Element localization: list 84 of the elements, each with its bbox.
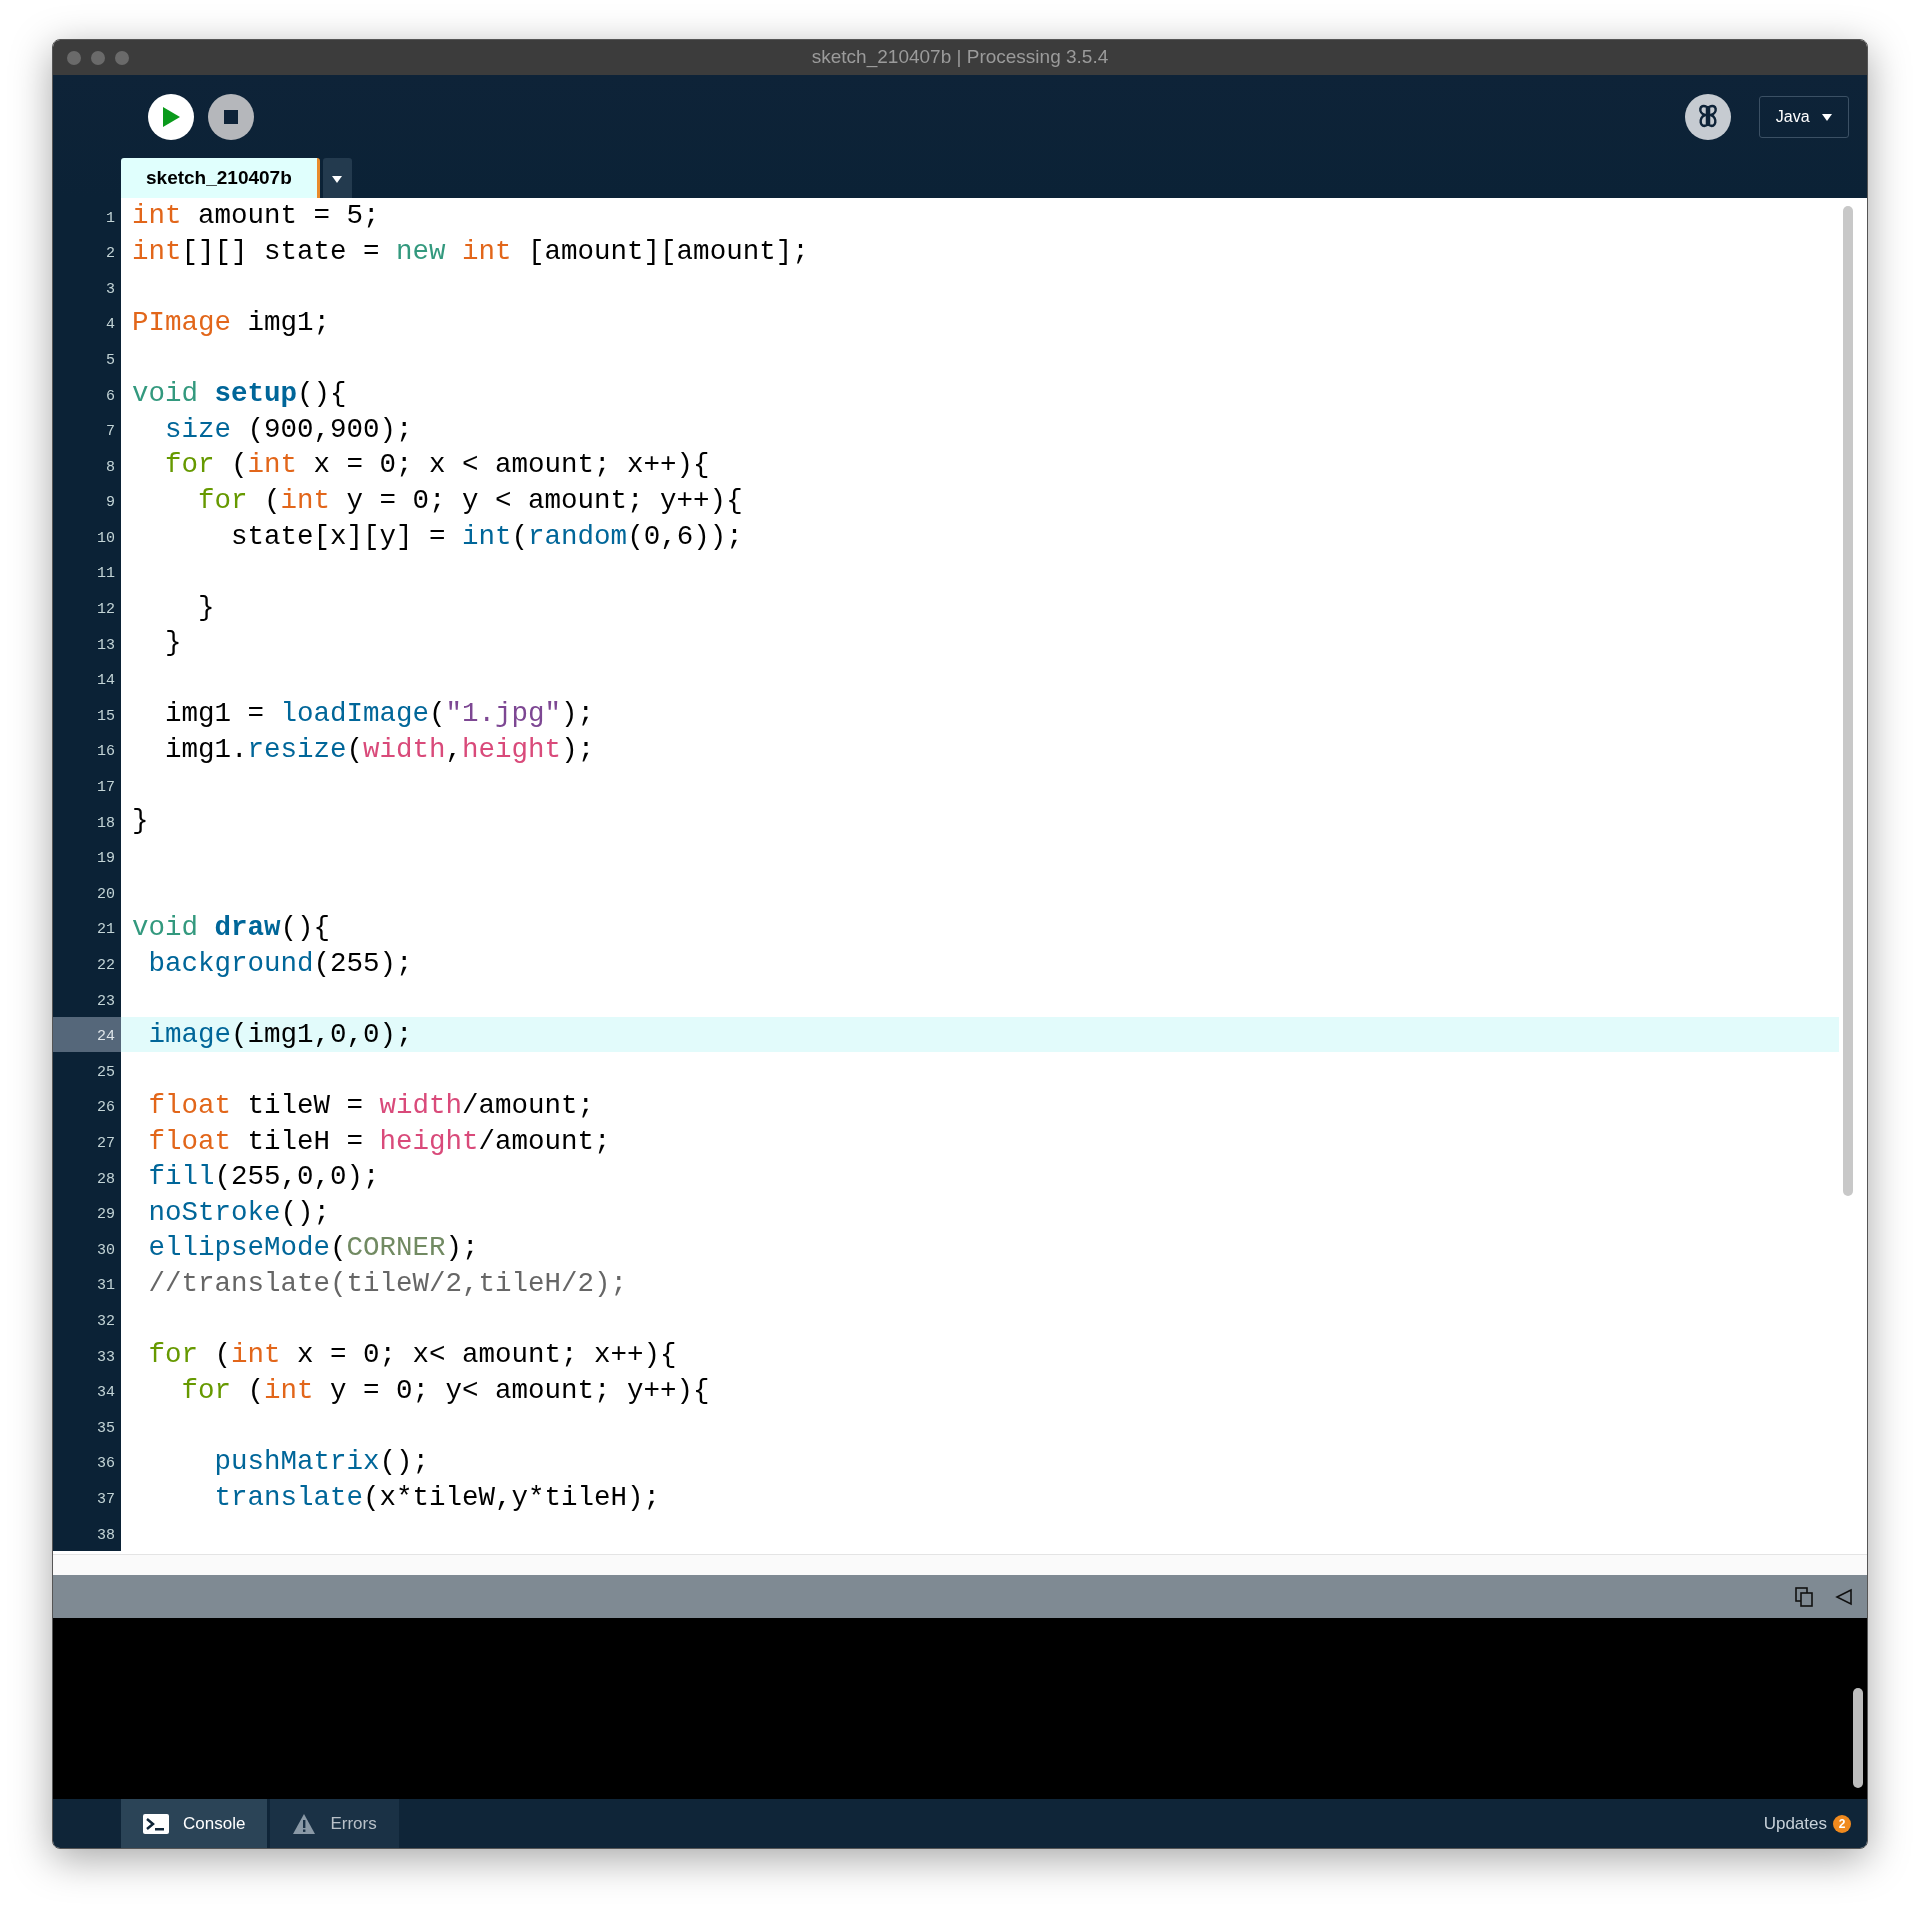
window-title: sketch_210407b | Processing 3.5.4 xyxy=(811,45,1109,70)
line-number: 26 xyxy=(53,1087,121,1124)
line-number: 5 xyxy=(53,340,121,376)
line-number: 14 xyxy=(53,660,121,697)
line-number: 20 xyxy=(53,874,121,910)
line-number: 18 xyxy=(53,803,121,839)
code-line: } xyxy=(197,590,215,625)
code-line: } xyxy=(164,626,182,661)
line-number: 8 xyxy=(53,447,121,483)
line-number: 33 xyxy=(53,1337,121,1373)
code-line: img1.resize(width,height); xyxy=(164,733,595,768)
line-number: 2 xyxy=(53,233,121,270)
line-number: 1 xyxy=(53,198,121,234)
line-number: 32 xyxy=(53,1301,121,1337)
line-number: 24 xyxy=(53,1016,121,1053)
scrollbar-thumb[interactable] xyxy=(1843,206,1853,1196)
line-number: 36 xyxy=(53,1443,121,1480)
code-line: for (int y = 0; y< amount; y++){ xyxy=(180,1373,710,1408)
code-line: state[x][y] = int(random(0,6)); xyxy=(230,519,743,554)
code-line: fill(255,0,0); xyxy=(147,1160,380,1195)
line-number: 16 xyxy=(53,731,121,768)
line-number: 12 xyxy=(53,589,121,626)
code-line: int amount = 5; xyxy=(131,199,380,234)
code-line: pushMatrix(); xyxy=(213,1444,430,1479)
copy-icon[interactable] xyxy=(1795,1586,1813,1607)
code-line: size (900,900); xyxy=(164,412,413,447)
line-number: 15 xyxy=(53,696,121,732)
line-number: 3 xyxy=(53,269,121,305)
line-number: 25 xyxy=(53,1052,121,1088)
tab-menu-button[interactable] xyxy=(322,158,352,198)
line-number: 13 xyxy=(53,625,121,661)
line-number: 29 xyxy=(53,1194,121,1231)
code-line: background(255); xyxy=(147,946,413,981)
code-line: for (int y = 0; y < amount; y++){ xyxy=(197,483,743,518)
code-line: noStroke(); xyxy=(147,1195,331,1230)
code-line: void draw(){ xyxy=(131,911,331,946)
code-line: translate(x*tileW,y*tileH); xyxy=(213,1480,661,1515)
caret-icon xyxy=(1822,112,1832,123)
line-number: 21 xyxy=(53,909,121,946)
sketch-tab[interactable]: sketch_210407b xyxy=(121,158,320,198)
scrollbar-thumb[interactable] xyxy=(1853,1688,1863,1788)
line-number: 7 xyxy=(53,411,121,448)
line-number: 23 xyxy=(53,981,121,1017)
code-line: image(img1,0,0); xyxy=(147,1017,413,1052)
terminal-icon xyxy=(143,1813,169,1834)
code-line: } xyxy=(131,804,149,839)
line-number: 17 xyxy=(53,767,121,804)
play-icon xyxy=(161,105,181,128)
line-number: 10 xyxy=(53,518,121,554)
code-line: for (int x = 0; x < amount; x++){ xyxy=(164,448,710,483)
line-number: 28 xyxy=(53,1159,121,1195)
code-line: PImage img1; xyxy=(131,305,331,340)
line-number: 19 xyxy=(53,838,121,875)
code-line: ellipseMode(CORNER); xyxy=(147,1231,479,1266)
updates-count: 2 xyxy=(1833,1814,1851,1833)
stop-icon xyxy=(223,108,239,125)
line-number: 34 xyxy=(53,1372,121,1409)
code-line: int[][] state = new int [amount][amount]; xyxy=(131,234,809,269)
line-number: 4 xyxy=(53,304,121,341)
code-line: void setup(){ xyxy=(131,377,347,412)
line-number: 9 xyxy=(53,482,121,519)
line-number: 31 xyxy=(53,1265,121,1302)
console-tab[interactable]: Console xyxy=(121,1799,268,1848)
mode-dropdown[interactable]: Java xyxy=(1758,95,1849,138)
line-number: 38 xyxy=(53,1514,121,1551)
code-line: float tileW = width/amount; xyxy=(147,1089,595,1123)
code-line: float tileH = height/amount; xyxy=(147,1124,611,1159)
line-number: 35 xyxy=(53,1408,121,1444)
code-line: //translate(tileW/2,tileH/2); xyxy=(147,1267,628,1301)
caret-icon xyxy=(332,173,343,184)
line-number: 11 xyxy=(53,553,121,590)
line-number: 6 xyxy=(53,375,121,412)
code-line: img1 = loadImage("1.jpg"); xyxy=(164,697,595,732)
line-number: 27 xyxy=(53,1123,121,1160)
warning-icon xyxy=(292,1812,317,1835)
code-line: for (int x = 0; x< amount; x++){ xyxy=(147,1338,677,1373)
line-number: 22 xyxy=(53,945,121,982)
line-number: 30 xyxy=(53,1230,121,1266)
stop-button[interactable] xyxy=(208,93,254,140)
line-number: 37 xyxy=(53,1479,121,1515)
errors-tab[interactable]: Errors xyxy=(270,1799,399,1848)
updates-link[interactable]: Updates xyxy=(1763,1810,1827,1837)
collapse-icon[interactable] xyxy=(1835,1587,1853,1606)
run-button[interactable] xyxy=(148,93,194,140)
